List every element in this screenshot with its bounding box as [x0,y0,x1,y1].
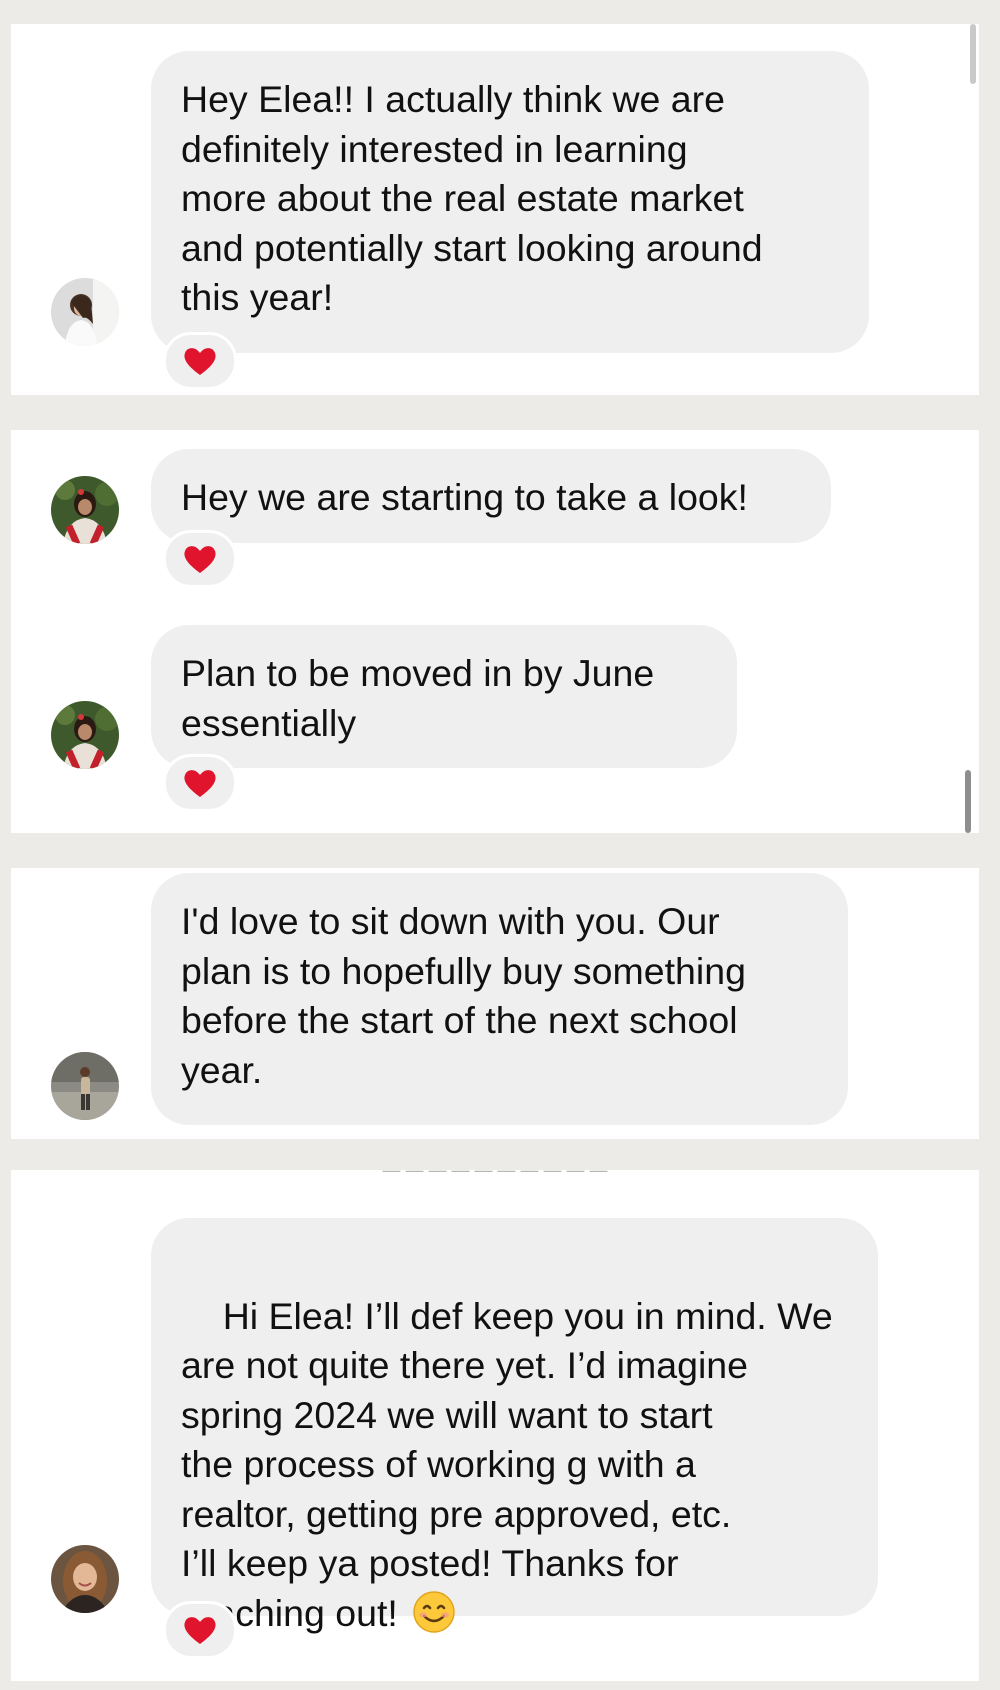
message-card: — — — — — — — — — — Hi Elea! I’ll def ke… [11,1170,979,1681]
heart-icon [184,348,216,375]
message-card: Hey we are starting to take a look! Plan… [11,430,979,833]
smiling-face-emoji-icon [413,1590,455,1633]
heart-icon [184,770,216,797]
message-bubble[interactable]: Hey Elea!! I actually think we are defin… [151,51,869,353]
message-bubble[interactable]: Plan to be moved in by June essentially [151,625,737,768]
avatar[interactable] [51,1052,119,1120]
avatar[interactable] [51,278,119,346]
message-card: I'd love to sit down with you. Our plan … [11,868,979,1139]
heart-reaction[interactable] [163,530,237,588]
message-bubble[interactable]: Hey we are starting to take a look! [151,449,831,543]
message-card: Hey Elea!! I actually think we are defin… [11,24,979,395]
heart-reaction[interactable] [163,332,237,390]
scrollbar-thumb[interactable] [965,770,971,833]
heart-reaction[interactable] [163,1601,237,1659]
avatar[interactable] [51,701,119,769]
scrollbar-thumb[interactable] [970,24,976,84]
heart-icon [184,546,216,573]
timestamp-divider: — — — — — — — — — — [382,1170,608,1180]
heart-reaction[interactable] [163,754,237,812]
avatar[interactable] [51,476,119,544]
avatar[interactable] [51,1545,119,1613]
message-text: Hi Elea! I’ll def keep you in mind. We a… [181,1294,833,1634]
message-bubble[interactable]: Hi Elea! I’ll def keep you in mind. We a… [151,1218,878,1634]
message-bubble[interactable]: I'd love to sit down with you. Our plan … [151,873,848,1125]
heart-icon [184,1617,216,1644]
